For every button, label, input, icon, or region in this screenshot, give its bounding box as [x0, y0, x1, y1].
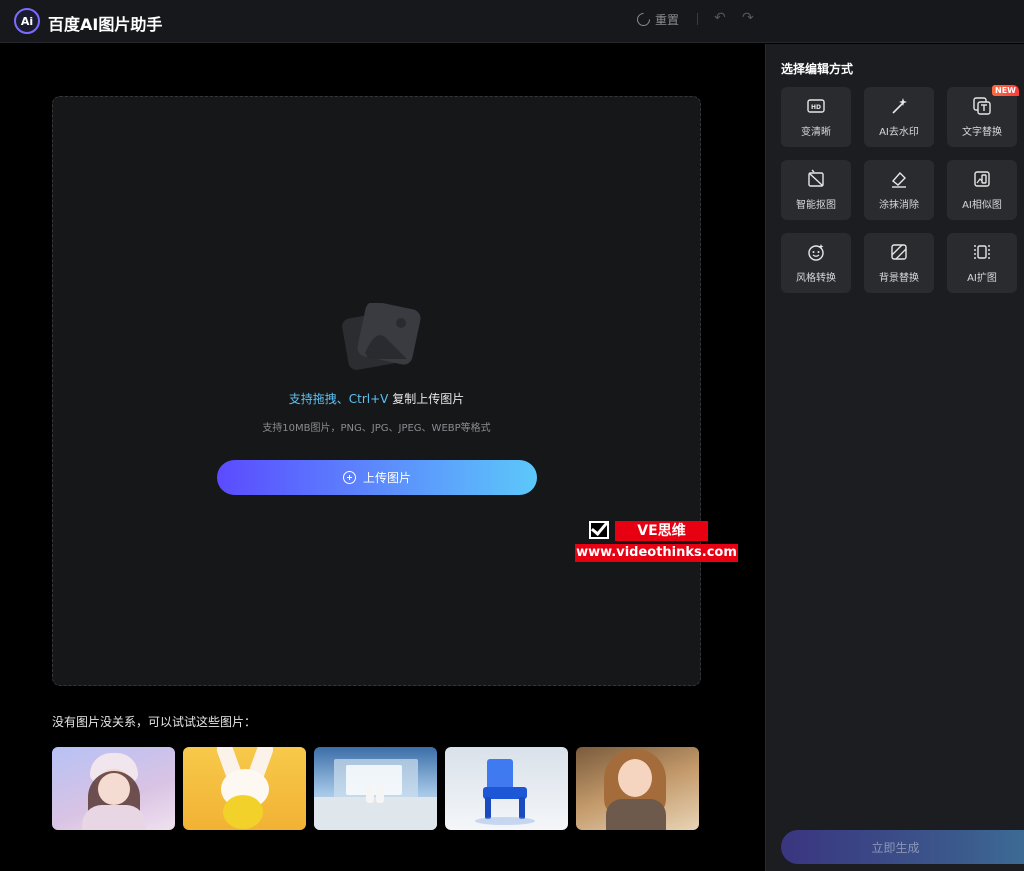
tool-grid: HD 变清晰 AI去水印 NEW 文字替换 智能抠图 涂抹消除 AI相似图 风格… — [781, 85, 1019, 293]
upload-button-label: 上传图片 — [362, 471, 411, 485]
tool-label: AI去水印 — [879, 127, 919, 138]
generate-button[interactable]: 立即生成 — [781, 830, 1024, 864]
hd-icon: HD — [807, 99, 825, 113]
expand-icon — [974, 245, 990, 259]
new-badge: NEW — [992, 85, 1019, 96]
tool-style-transfer[interactable]: 风格转换 — [781, 233, 851, 293]
reset-button[interactable]: 重置 — [634, 10, 680, 29]
watermark-overlay: VE思维 www.videothinks.com — [575, 520, 738, 564]
tool-text-replace[interactable]: NEW 文字替换 — [947, 85, 1019, 147]
tool-background-replace[interactable]: 背景替换 — [864, 233, 934, 293]
app-logo: Ai — [14, 8, 40, 34]
svg-text:HD: HD — [811, 104, 821, 111]
watermark-brand: VE思维 — [615, 521, 708, 541]
tool-remove-watermark[interactable]: AI去水印 — [864, 87, 934, 147]
style-icon — [808, 244, 824, 261]
tool-expand[interactable]: AI扩图 — [947, 233, 1017, 293]
edit-panel: 选择编辑方式 HD 变清晰 AI去水印 NEW 文字替换 智能抠图 涂抹消除 A… — [765, 44, 1024, 871]
tool-similar-image[interactable]: AI相似图 — [947, 160, 1017, 220]
tool-cutout[interactable]: 智能抠图 — [781, 160, 851, 220]
sample-image-blue-chair[interactable] — [445, 747, 568, 830]
sample-image-bunny[interactable] — [183, 747, 306, 830]
tool-eraser[interactable]: 涂抹消除 — [864, 160, 934, 220]
image-placeholder-icon — [342, 303, 421, 370]
reset-label: 重置 — [655, 13, 680, 27]
checkmark-icon — [589, 521, 609, 539]
watermark-url: www.videothinks.com — [575, 544, 738, 562]
sample-image-girl-hat[interactable] — [52, 747, 175, 830]
background-icon — [891, 244, 907, 260]
tool-label: AI扩图 — [967, 273, 997, 284]
header-divider — [697, 13, 698, 25]
app-title: 百度AI图片助手 — [48, 15, 163, 34]
magic-wand-icon — [892, 98, 907, 114]
upload-image-button[interactable]: 上传图片 — [217, 460, 537, 495]
app-header: Ai 百度AI图片助手 重置 ↶ ↷ — [0, 0, 1024, 43]
main-canvas-area: 支持拖拽、Ctrl+V 复制上传图片 支持10MB图片，PNG、JPG、JPEG… — [0, 44, 765, 871]
undo-button[interactable]: ↶ — [714, 10, 726, 26]
similar-image-icon — [974, 171, 990, 187]
sample-image-pool-scene[interactable] — [314, 747, 437, 830]
panel-title: 选择编辑方式 — [781, 62, 854, 76]
tool-label: 文字替换 — [962, 127, 1002, 138]
upload-format-note: 支持10MB图片，PNG、JPG、JPEG、WEBP等格式 — [262, 423, 491, 434]
tool-enhance[interactable]: HD 变清晰 — [781, 87, 851, 147]
tool-label: 背景替换 — [879, 273, 919, 284]
cutout-icon — [808, 169, 824, 187]
tool-label: 智能抠图 — [796, 200, 836, 211]
sample-images — [52, 747, 699, 830]
upload-dropzone[interactable]: 支持拖拽、Ctrl+V 复制上传图片 支持10MB图片，PNG、JPG、JPEG… — [52, 96, 701, 686]
refresh-icon — [634, 10, 653, 29]
upload-hint-rest: 复制上传图片 — [388, 392, 465, 406]
tool-label: AI相似图 — [962, 200, 1002, 211]
tool-label: 变清晰 — [801, 127, 831, 138]
plus-circle-icon — [342, 471, 356, 484]
tool-label: 涂抹消除 — [879, 200, 919, 211]
text-replace-icon — [973, 97, 991, 115]
upload-hint: 支持拖拽、Ctrl+V 复制上传图片 — [53, 390, 700, 407]
eraser-icon — [891, 171, 906, 188]
upload-hint-highlight: 支持拖拽、Ctrl+V — [288, 392, 389, 406]
tool-label: 风格转换 — [796, 273, 836, 284]
samples-title: 没有图片没关系，可以试试这些图片： — [52, 715, 257, 729]
sample-image-girl-smiling[interactable] — [576, 747, 699, 830]
redo-button[interactable]: ↷ — [742, 10, 754, 26]
